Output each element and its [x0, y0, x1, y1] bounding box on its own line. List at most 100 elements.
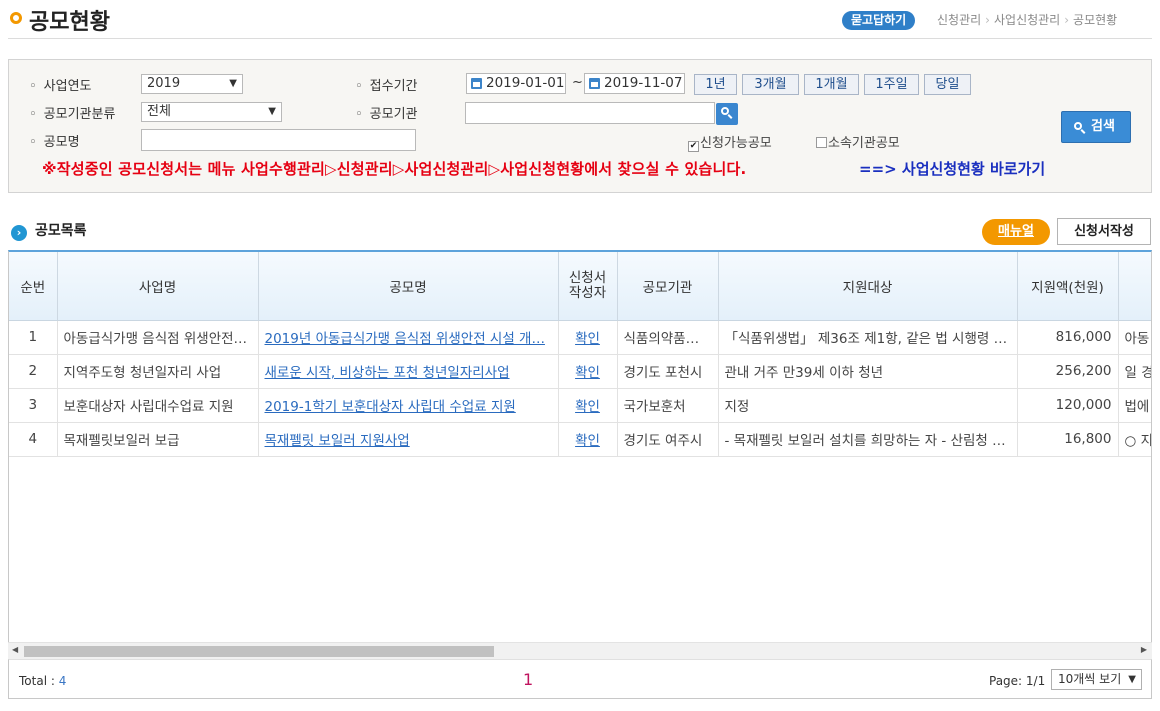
table-row[interactable]: 2 지역주도형 청년일자리 사업 새로운 시작, 비상하는 포천 청년일자리사업…	[9, 354, 1151, 389]
period-label: 접수기간	[355, 75, 418, 94]
name-label: 공모명	[29, 131, 80, 150]
chevron-right-icon: ›	[1064, 13, 1070, 27]
year-select[interactable]: 2019 ▼	[141, 74, 243, 94]
table-row[interactable]: 1 아동급식가맹 음식점 위생안전… 2019년 아동급식가맹 음식점 위생안전…	[9, 320, 1151, 355]
cell-project: 목재펠릿보일러 보급	[57, 422, 259, 457]
announcement-link[interactable]: 2019년 아동급식가맹 음식점 위생안전 시설 개…	[265, 331, 545, 347]
announcement-table: 순번 사업명 공모명 신청서 작성자 공모기관 지원대상 지원액(천원) 1 아…	[8, 250, 1152, 699]
manual-button[interactable]: 매뉴얼	[982, 219, 1050, 245]
chevron-right-circle-icon: ›	[11, 225, 27, 241]
cell-extra: 일 경	[1118, 354, 1151, 389]
cell-amount: 256,200	[1017, 354, 1119, 389]
announcement-link[interactable]: 2019-1학기 보훈대상자 사립대 수업료 지원	[265, 399, 516, 415]
date-to-input[interactable]: 2019-11-07	[584, 73, 685, 94]
dropdown-arrow-icon: ▼	[268, 106, 276, 117]
col-header[interactable]: 공모기관	[617, 252, 719, 321]
search-button[interactable]: 검색	[1061, 111, 1131, 143]
org-search-button[interactable]	[716, 103, 738, 125]
available-checkbox[interactable]: ✔ 신청가능공모	[688, 132, 772, 152]
per-page-select[interactable]: 10개씩 보기 ▼	[1051, 669, 1142, 690]
org-input[interactable]	[465, 102, 715, 124]
org-type-label: 공모기관분류	[29, 103, 116, 122]
col-header[interactable]: 공모명	[258, 252, 559, 321]
notice-text: ※작성중인 공모신청서는 메뉴 사업수행관리▷신청관리▷사업신청관리▷사업신청현…	[42, 160, 747, 178]
table-footer: Total : 4 1 Page: 1/1 10개씩 보기 ▼	[8, 659, 1152, 699]
col-header[interactable]: 순번	[9, 252, 58, 321]
writer-confirm-link[interactable]: 확인	[575, 399, 600, 415]
breadcrumb: 신청관리 › 사업신청관리 › 공모현황	[937, 11, 1117, 28]
table-row[interactable]: 3 보훈대상자 사립대수업료 지원 2019-1학기 보훈대상자 사립대 수업료…	[9, 388, 1151, 423]
title-bullet-icon	[10, 12, 22, 24]
cell-org: 식품의약품…	[617, 320, 719, 355]
calendar-icon[interactable]	[471, 78, 482, 89]
year-label: 사업연도	[29, 75, 92, 94]
breadcrumb-item[interactable]: 사업신청관리	[994, 13, 1060, 27]
cell-extra: 아동	[1118, 320, 1151, 355]
qa-button[interactable]: 묻고답하기	[842, 11, 916, 30]
cell-amount: 120,000	[1017, 388, 1119, 423]
page-title: 공모현황	[29, 10, 110, 35]
chevron-right-icon: ›	[985, 13, 990, 27]
checkbox-checked-icon[interactable]: ✔	[688, 141, 699, 152]
calendar-icon[interactable]	[589, 78, 600, 89]
cell-project: 아동급식가맹 음식점 위생안전…	[57, 320, 259, 355]
shortcut-link[interactable]: ==> 사업신청현황 바로가기	[859, 158, 1045, 179]
section-title: › 공모목록	[11, 220, 87, 241]
scroll-left-icon[interactable]: ◀	[12, 645, 18, 654]
writer-confirm-link[interactable]: 확인	[575, 331, 600, 347]
dropdown-arrow-icon: ▼	[1128, 674, 1136, 685]
total-count: Total : 4	[19, 674, 67, 688]
cell-no: 3	[9, 388, 58, 423]
scroll-right-icon[interactable]: ▶	[1141, 645, 1147, 654]
period-today-button[interactable]: 당일	[924, 74, 971, 95]
col-header[interactable]	[1118, 252, 1151, 321]
cell-org: 국가보훈처	[617, 388, 719, 423]
cell-no: 4	[9, 422, 58, 457]
table-row[interactable]: 4 목재펠릿보일러 보급 목재펠릿 보일러 지원사업 확인 경기도 여주시 - …	[9, 422, 1151, 457]
col-header[interactable]: 신청서 작성자	[558, 252, 618, 321]
cell-project: 지역주도형 청년일자리 사업	[57, 354, 259, 389]
page-header: 공모현황 묻고답하기 신청관리 › 사업신청관리 › 공모현황	[8, 0, 1152, 39]
scrollbar-thumb[interactable]	[24, 646, 494, 657]
announcement-link[interactable]: 목재펠릿 보일러 지원사업	[265, 433, 410, 449]
writer-confirm-link[interactable]: 확인	[575, 433, 600, 449]
table-header: 순번 사업명 공모명 신청서 작성자 공모기관 지원대상 지원액(천원)	[9, 252, 1151, 321]
cell-no: 2	[9, 354, 58, 389]
cell-amount: 16,800	[1017, 422, 1119, 457]
name-input[interactable]	[141, 129, 416, 151]
cell-target: 지정	[718, 388, 1018, 423]
checkbox-icon[interactable]	[816, 137, 827, 148]
cell-target: 관내 거주 만39세 이하 청년	[718, 354, 1018, 389]
cell-target: 「식품위생법」 제36조 제1항, 같은 법 시행령 제…	[718, 320, 1018, 355]
writer-confirm-link[interactable]: 확인	[575, 365, 600, 381]
col-header[interactable]: 사업명	[57, 252, 259, 321]
dropdown-arrow-icon: ▼	[229, 78, 237, 89]
cell-target: - 목재펠릿 보일러 설치를 희망하는 자 - 산림청 …	[718, 422, 1018, 457]
period-1year-button[interactable]: 1년	[694, 74, 737, 95]
cell-extra: 법에	[1118, 388, 1151, 423]
cell-project: 보훈대상자 사립대수업료 지원	[57, 388, 259, 423]
horizontal-scrollbar[interactable]: ◀ ▶	[8, 642, 1152, 659]
cell-amount: 816,000	[1017, 320, 1119, 355]
search-icon	[1074, 122, 1082, 130]
org-type-select[interactable]: 전체 ▼	[141, 102, 282, 122]
col-header[interactable]: 지원액(천원)	[1017, 252, 1119, 321]
search-panel: 사업연도 2019▼ 접수기간 2019-01-01 ~ 2019-11-07 …	[8, 59, 1152, 193]
cell-no: 1	[9, 320, 58, 355]
cell-org: 경기도 포천시	[617, 354, 719, 389]
col-header[interactable]: 지원대상	[718, 252, 1018, 321]
affiliated-checkbox[interactable]: 소속기관공모	[816, 132, 900, 151]
period-1week-button[interactable]: 1주일	[864, 74, 919, 95]
announcement-link[interactable]: 새로운 시작, 비상하는 포천 청년일자리사업	[265, 365, 510, 381]
search-icon	[721, 107, 729, 115]
date-range-separator: ~	[572, 75, 583, 90]
cell-extra: ○ 지	[1118, 422, 1151, 457]
period-1month-button[interactable]: 1개월	[804, 74, 859, 95]
breadcrumb-item: 공모현황	[1073, 13, 1118, 27]
write-application-button[interactable]: 신청서작성	[1057, 218, 1151, 245]
page-number-1[interactable]: 1	[523, 670, 533, 689]
page-info: Page: 1/1	[989, 674, 1046, 688]
breadcrumb-item[interactable]: 신청관리	[937, 13, 981, 27]
period-3month-button[interactable]: 3개월	[742, 74, 799, 95]
date-from-input[interactable]: 2019-01-01	[466, 73, 566, 94]
